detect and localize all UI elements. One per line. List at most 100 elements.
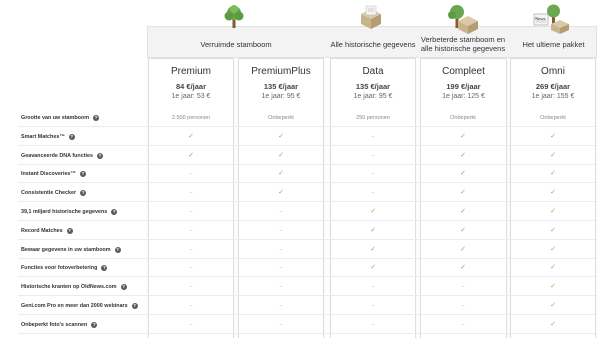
- dash-icon: –: [461, 284, 465, 290]
- check-icon: ✓: [550, 189, 556, 196]
- dash-icon: –: [189, 265, 193, 271]
- feature-label-text: Grootte van uw stamboom: [21, 115, 89, 121]
- plan-first-year-price: 1e jaar: 95 €: [353, 93, 393, 100]
- tree-and-box-icon: [448, 5, 478, 34]
- feature-value: Onbeperkt: [268, 115, 294, 121]
- row-divider: [18, 333, 597, 334]
- check-icon: ✓: [550, 302, 556, 309]
- category-verbeterde-stamboom: Verbeterde stamboom en alle historische …: [420, 35, 506, 53]
- row-divider: [18, 239, 597, 240]
- check-icon: ✓: [278, 170, 284, 177]
- feature-label: Functies voor fotoverbetering?: [21, 264, 108, 272]
- plan-name: PremiumPlus: [251, 66, 311, 77]
- feature-label: Record Matches?: [21, 227, 73, 235]
- plan-price: 269 €/jaar: [535, 82, 571, 91]
- plan-first-year-price: 1e jaar: 125 €: [442, 93, 485, 100]
- plan-first-year-price: 1e jaar: 155 €: [531, 93, 575, 100]
- dash-icon: –: [189, 322, 193, 328]
- plan-price: 135 €/jaar: [355, 82, 391, 91]
- help-icon[interactable]: ?: [114, 246, 121, 253]
- plan-column-premiumplus: [238, 58, 324, 338]
- feature-label: Smart Matches™?: [21, 133, 75, 141]
- check-icon: ✓: [460, 246, 466, 253]
- help-icon[interactable]: ?: [97, 152, 104, 159]
- feature-value: Onbeperkt: [540, 115, 566, 121]
- row-divider: [18, 220, 597, 221]
- feature-value: 250 personen: [356, 115, 390, 121]
- feature-label: Onbeperkt foto's scannen?: [21, 321, 98, 329]
- row-divider: [18, 258, 597, 259]
- row-divider: [18, 276, 597, 277]
- plan-price: 135 €/jaar: [263, 82, 299, 91]
- dash-icon: –: [189, 247, 193, 253]
- row-divider: [18, 201, 597, 202]
- help-icon[interactable]: ?: [111, 208, 118, 215]
- plan-column-premium: [148, 58, 234, 338]
- help-icon[interactable]: ?: [66, 227, 73, 234]
- feature-label-text: Geni.com Pro en meer dan 2000 webinars: [21, 303, 128, 309]
- dash-icon: –: [189, 190, 193, 196]
- help-icon[interactable]: ?: [80, 189, 87, 196]
- category-ultieme-pakket: Het ultieme pakket: [522, 40, 585, 49]
- row-divider: [18, 164, 597, 165]
- dash-icon: –: [279, 265, 283, 271]
- dash-icon: –: [461, 322, 465, 328]
- feature-label: Grootte van uw stamboom?: [21, 114, 99, 122]
- dash-icon: –: [461, 303, 465, 309]
- check-icon: ✓: [550, 246, 556, 253]
- help-icon[interactable]: ?: [120, 283, 127, 290]
- dash-icon: –: [279, 228, 283, 234]
- help-icon[interactable]: ?: [68, 133, 75, 140]
- feature-label-text: Instant Discoveries™: [21, 171, 76, 177]
- help-icon[interactable]: ?: [131, 302, 138, 309]
- feature-label-text: Smart Matches™: [21, 134, 65, 140]
- dash-icon: –: [371, 284, 375, 290]
- check-icon: ✓: [460, 133, 466, 140]
- plan-price: 84 €/jaar: [175, 82, 207, 91]
- help-icon[interactable]: ?: [101, 264, 108, 271]
- check-icon: ✓: [550, 227, 556, 234]
- feature-label-text: Geavanceerde DNA functies: [21, 153, 94, 159]
- check-icon: ✓: [550, 170, 556, 177]
- check-icon: ✓: [188, 152, 194, 159]
- plan-name: Data: [362, 66, 384, 77]
- feature-label-text: Record Matches: [21, 228, 63, 234]
- dash-icon: –: [279, 322, 283, 328]
- check-icon: ✓: [460, 189, 466, 196]
- row-divider: [18, 145, 597, 146]
- tree-icon: [224, 5, 244, 28]
- row-divider: [18, 182, 597, 183]
- dash-icon: –: [189, 228, 193, 234]
- plan-name: Compleet: [442, 66, 485, 77]
- dash-icon: –: [189, 303, 193, 309]
- check-icon: ✓: [370, 264, 376, 271]
- feature-label-text: 39,1 miljard historische gegevens: [21, 209, 108, 215]
- newspaper-label: News: [535, 16, 546, 21]
- help-icon[interactable]: ?: [79, 170, 86, 177]
- dash-icon: –: [371, 153, 375, 159]
- check-icon: ✓: [460, 227, 466, 234]
- check-icon: ✓: [550, 264, 556, 271]
- plan-name: Premium: [170, 66, 211, 77]
- check-icon: ✓: [460, 170, 466, 177]
- plan-first-year-price: 1e jaar: 95 €: [261, 93, 301, 100]
- feature-label-text: Bewaar gegevens in uw stamboom: [21, 247, 111, 253]
- row-divider: [18, 314, 597, 315]
- help-icon[interactable]: ?: [91, 321, 98, 328]
- records-box-icon: [361, 5, 381, 29]
- feature-label-text: Historische kranten op OldNews.com: [21, 284, 117, 290]
- feature-label-text: Onbeperkt foto's scannen: [21, 322, 88, 328]
- check-icon: ✓: [460, 264, 466, 271]
- feature-label: Bewaar gegevens in uw stamboom?: [21, 246, 121, 254]
- feature-label: Instant Discoveries™?: [21, 170, 86, 178]
- feature-label: Geavanceerde DNA functies?: [21, 152, 104, 160]
- help-icon[interactable]: ?: [93, 114, 99, 121]
- dash-icon: –: [279, 247, 283, 253]
- feature-label: Geni.com Pro en meer dan 2000 webinars?: [21, 302, 138, 310]
- check-icon: ✓: [460, 208, 466, 215]
- category-verruimde-stamboom: Verruimde stamboom: [200, 40, 272, 49]
- plan-column-data: [330, 58, 416, 338]
- dash-icon: –: [189, 171, 193, 177]
- feature-label: Consistentie Checker?: [21, 189, 87, 197]
- plan-column-omni: [510, 58, 596, 338]
